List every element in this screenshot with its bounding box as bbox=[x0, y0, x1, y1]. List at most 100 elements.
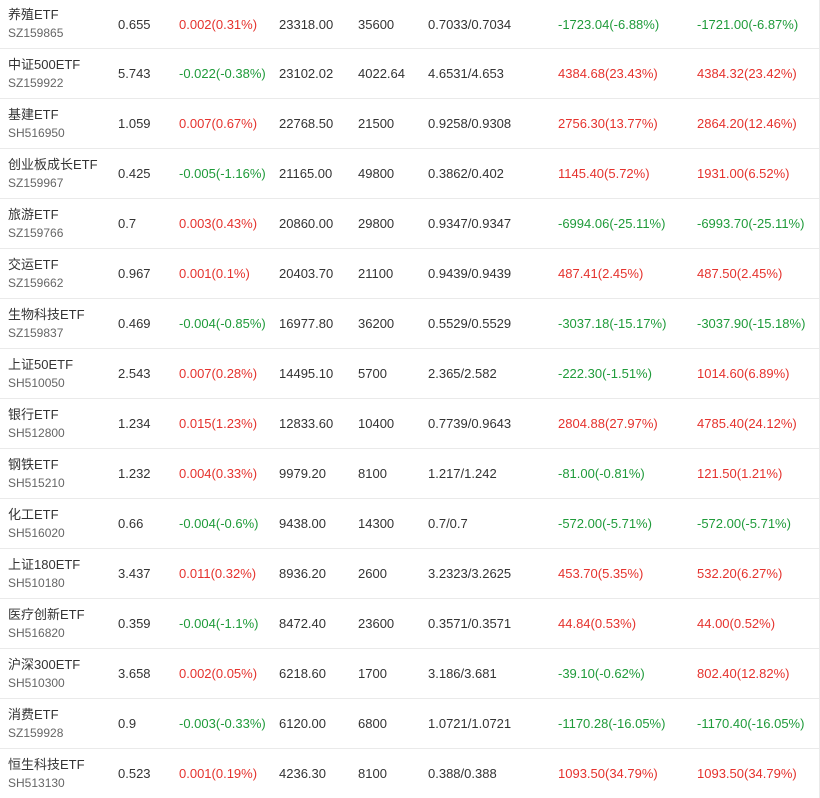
change-cell: 0.002(0.31%) bbox=[179, 16, 258, 32]
fund-name-cell[interactable]: 生物科技ETF SZ159837 bbox=[8, 299, 85, 348]
nav-cell: 2.365/2.582 bbox=[428, 366, 497, 381]
fund-name-cell[interactable]: 上证180ETF SH510180 bbox=[8, 549, 80, 598]
fund-name[interactable]: 创业板成长ETF bbox=[8, 157, 98, 173]
price-cell: 0.655 bbox=[118, 16, 151, 32]
fund-name[interactable]: 养殖ETF bbox=[8, 7, 59, 23]
total-profit-cell: -6993.70(-25.11%) bbox=[697, 216, 805, 231]
fund-name[interactable]: 中证500ETF bbox=[8, 57, 80, 73]
change-cell: -0.022(-0.38%) bbox=[179, 66, 266, 81]
fund-name-cell[interactable]: 创业板成长ETF SZ159967 bbox=[8, 149, 98, 198]
amount-cell: 12833.60 bbox=[279, 416, 334, 431]
table-row[interactable]: 创业板成长ETF SZ159967 0.425 -0.005(-1.16%) 21165… bbox=[0, 149, 820, 199]
price-cell: 2.543 bbox=[118, 366, 151, 381]
fund-code: SH513130 bbox=[8, 775, 65, 790]
fund-name-cell[interactable]: 上证50ETF SH510050 bbox=[8, 349, 73, 398]
profit-cell: 487.41(2.45%) bbox=[558, 266, 644, 281]
table-row[interactable]: 生物科技ETF SZ159837 0.469 -0.004(-0.85%) 16977.… bbox=[0, 299, 820, 349]
fund-code: SZ159837 bbox=[8, 325, 64, 340]
change-cell: -0.004(-0.85%) bbox=[179, 316, 266, 331]
fund-code: SH516820 bbox=[8, 625, 65, 640]
profit-cell: 1145.40(5.72%) bbox=[558, 166, 650, 181]
fund-name-cell[interactable]: 消费ETF SZ159928 bbox=[8, 699, 63, 748]
fund-name[interactable]: 旅游ETF bbox=[8, 207, 59, 223]
price-cell: 3.658 bbox=[118, 666, 151, 681]
fund-code: SZ159967 bbox=[8, 175, 64, 190]
price-cell: 1.059 bbox=[118, 116, 151, 131]
total-profit-cell: 44.00(0.52%) bbox=[697, 616, 776, 631]
table-row[interactable]: 医疗创新ETF SH516820 0.359 -0.004(-1.1%) 8472.40… bbox=[0, 599, 820, 649]
change-cell: 0.015(1.23%) bbox=[179, 416, 258, 431]
change-cell: -0.004(-0.6%) bbox=[179, 516, 259, 531]
change-cell: 0.003(0.43%) bbox=[179, 216, 258, 231]
change-cell: -0.005(-1.16%) bbox=[179, 166, 266, 181]
fund-name-cell[interactable]: 基建ETF SH516950 bbox=[8, 99, 65, 148]
fund-name[interactable]: 恒生科技ETF bbox=[8, 757, 85, 773]
volume-cell: 2600 bbox=[358, 566, 387, 581]
fund-code: SH510050 bbox=[8, 375, 65, 390]
table-row[interactable]: 旅游ETF SZ159766 0.7 0.003(0.43%) 20860.00 2980… bbox=[0, 199, 820, 249]
fund-name-cell[interactable]: 中证500ETF SZ159922 bbox=[8, 49, 80, 98]
amount-cell: 6218.60 bbox=[279, 666, 326, 681]
price-cell: 0.66 bbox=[118, 516, 144, 531]
table-row[interactable]: 上证50ETF SH510050 2.543 0.007(0.28%) 14495.10… bbox=[0, 349, 820, 399]
nav-cell: 0.9258/0.9308 bbox=[428, 116, 512, 131]
change-cell: 0.001(0.1%) bbox=[179, 266, 250, 281]
price-cell: 0.469 bbox=[118, 316, 151, 331]
fund-code: SZ159928 bbox=[8, 725, 64, 740]
fund-name-cell[interactable]: 养殖ETF SZ159865 bbox=[8, 0, 63, 48]
total-profit-cell: 532.20(6.27%) bbox=[697, 566, 783, 581]
table-row[interactable]: 化工ETF SH516020 0.66 -0.004(-0.6%) 9438.00 143… bbox=[0, 499, 820, 549]
fund-name[interactable]: 钢铁ETF bbox=[8, 457, 59, 473]
volume-cell: 10400 bbox=[358, 416, 395, 431]
price-cell: 0.359 bbox=[118, 616, 151, 631]
fund-name[interactable]: 上证50ETF bbox=[8, 357, 73, 373]
fund-name[interactable]: 化工ETF bbox=[8, 507, 59, 523]
fund-name-cell[interactable]: 恒生科技ETF SH513130 bbox=[8, 749, 85, 798]
change-cell: 0.004(0.33%) bbox=[179, 466, 258, 481]
fund-name-cell[interactable]: 银行ETF SH512800 bbox=[8, 399, 65, 448]
amount-cell: 16977.80 bbox=[279, 316, 334, 331]
volume-cell: 14300 bbox=[358, 516, 395, 531]
fund-name[interactable]: 基建ETF bbox=[8, 107, 59, 123]
total-profit-cell: 802.40(12.82%) bbox=[697, 666, 790, 681]
profit-cell: -81.00(-0.81%) bbox=[558, 466, 645, 481]
amount-cell: 14495.10 bbox=[279, 366, 334, 381]
fund-name[interactable]: 上证180ETF bbox=[8, 557, 80, 573]
fund-name-cell[interactable]: 钢铁ETF SH515210 bbox=[8, 449, 65, 498]
table-row[interactable]: 消费ETF SZ159928 0.9 -0.003(-0.33%) 6120.00 680… bbox=[0, 699, 820, 749]
fund-name-cell[interactable]: 交运ETF SZ159662 bbox=[8, 249, 63, 298]
change-cell: 0.007(0.28%) bbox=[179, 366, 258, 381]
table-row[interactable]: 养殖ETF SZ159865 0.655 0.002(0.31%) 23318.00 35… bbox=[0, 0, 820, 49]
fund-name[interactable]: 生物科技ETF bbox=[8, 307, 85, 323]
nav-cell: 4.6531/4.653 bbox=[428, 66, 504, 81]
fund-code: SH516950 bbox=[8, 125, 65, 140]
change-cell: 0.007(0.67%) bbox=[179, 116, 258, 131]
fund-name-cell[interactable]: 化工ETF SH516020 bbox=[8, 499, 65, 548]
table-row[interactable]: 中证500ETF SZ159922 5.743 -0.022(-0.38%) 23102… bbox=[0, 49, 820, 99]
nav-cell: 0.5529/0.5529 bbox=[428, 316, 512, 331]
fund-name[interactable]: 医疗创新ETF bbox=[8, 607, 85, 623]
profit-cell: -1723.04(-6.88%) bbox=[558, 16, 660, 32]
table-row[interactable]: 交运ETF SZ159662 0.967 0.001(0.1%) 20403.70 211… bbox=[0, 249, 820, 299]
fund-name-cell[interactable]: 医疗创新ETF SH516820 bbox=[8, 599, 85, 648]
table-row[interactable]: 银行ETF SH512800 1.234 0.015(1.23%) 12833.60 10… bbox=[0, 399, 820, 449]
fund-name[interactable]: 消费ETF bbox=[8, 707, 59, 723]
price-cell: 1.234 bbox=[118, 416, 151, 431]
fund-code: SH510180 bbox=[8, 575, 65, 590]
nav-cell: 1.217/1.242 bbox=[428, 466, 497, 481]
nav-cell: 0.7/0.7 bbox=[428, 516, 468, 531]
nav-cell: 0.388/0.388 bbox=[428, 766, 497, 781]
table-row[interactable]: 钢铁ETF SH515210 1.232 0.004(0.33%) 9979.20 810… bbox=[0, 449, 820, 499]
table-row[interactable]: 上证180ETF SH510180 3.437 0.011(0.32%) 8936.20… bbox=[0, 549, 820, 599]
fund-name-cell[interactable]: 沪深300ETF SH510300 bbox=[8, 649, 80, 698]
fund-name[interactable]: 交运ETF bbox=[8, 257, 59, 273]
table-row[interactable]: 恒生科技ETF SH513130 0.523 0.001(0.19%) 4236.30 8… bbox=[0, 749, 820, 798]
table-row[interactable]: 基建ETF SH516950 1.059 0.007(0.67%) 22768.50 21… bbox=[0, 99, 820, 149]
fund-name-cell[interactable]: 旅游ETF SZ159766 bbox=[8, 199, 63, 248]
table-row[interactable]: 沪深300ETF SH510300 3.658 0.002(0.05%) 6218.60… bbox=[0, 649, 820, 699]
volume-cell: 6800 bbox=[358, 716, 387, 731]
fund-name[interactable]: 沪深300ETF bbox=[8, 657, 80, 673]
fund-name[interactable]: 银行ETF bbox=[8, 407, 59, 423]
nav-cell: 0.3862/0.402 bbox=[428, 166, 504, 181]
change-cell: 0.002(0.05%) bbox=[179, 666, 258, 681]
